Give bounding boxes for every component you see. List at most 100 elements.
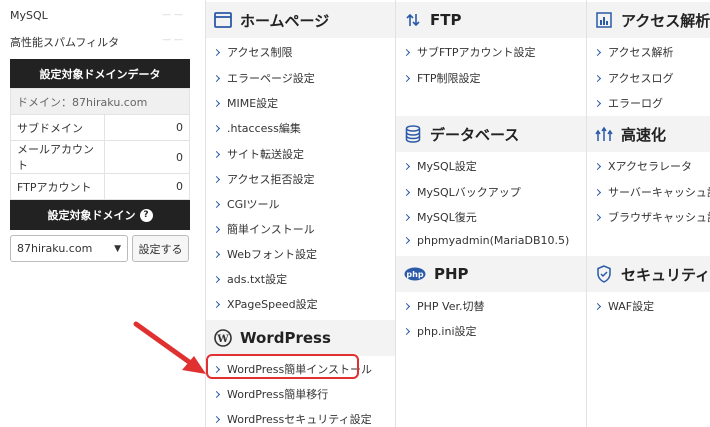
menu-link-label: CGIツール: [227, 198, 280, 211]
menu-link-label: サブFTPアカウント設定: [417, 46, 536, 59]
chevron-right-icon: [593, 302, 602, 310]
section-header-homepage: ホームページ: [206, 2, 395, 38]
chevron-right-icon: [212, 99, 221, 107]
menu-link-label: php.ini設定: [417, 325, 477, 338]
menu-link[interactable]: エラーページ設定: [212, 70, 315, 86]
shield-icon: [595, 265, 613, 283]
menu-link[interactable]: 簡単インストール: [212, 221, 315, 237]
section-header-wordpress: W WordPress: [206, 320, 395, 356]
menu-link[interactable]: php.ini設定: [402, 323, 477, 339]
menu-link[interactable]: .htaccess編集: [212, 120, 301, 136]
menu-link-label: アクセス拒否設定: [227, 173, 315, 186]
menu-link-label: WordPressセキュリティ設定: [227, 413, 372, 426]
section-header-access: アクセス解析: [587, 2, 710, 38]
row-value: 0: [104, 114, 190, 141]
chevron-right-icon: [402, 213, 411, 221]
menu-link[interactable]: MySQL設定: [402, 158, 477, 174]
chevron-right-icon: [212, 200, 221, 208]
menu-link-label: .htaccess編集: [227, 122, 301, 135]
row-value: 0: [104, 140, 190, 174]
chevron-right-icon: [402, 236, 411, 245]
menu-link[interactable]: PHP Ver.切替: [402, 298, 484, 314]
menu-link-label: phpmyadmin(MariaDB10.5): [417, 234, 570, 247]
menu-link[interactable]: アクセス制限: [212, 44, 293, 60]
section-title: PHP: [434, 265, 469, 283]
domain-data-table: ドメイン：87hiraku.com サブドメイン 0 メールアカウント 0 FT…: [10, 88, 190, 200]
section-header-database: データベース: [396, 116, 586, 152]
domain-select-value: 87hiraku.com: [17, 242, 93, 255]
section-title: データベース: [430, 125, 520, 144]
menu-link[interactable]: エラーログ: [593, 95, 663, 111]
menu-link-label: ブラウザキャッシュ設定: [608, 211, 710, 224]
divider: [395, 0, 396, 427]
menu-link[interactable]: ads.txt設定: [212, 271, 288, 287]
section-title: WordPress: [240, 329, 331, 347]
menu-link[interactable]: MySQLバックアップ: [402, 184, 521, 200]
section-title: 高速化: [621, 125, 667, 144]
menu-link[interactable]: アクセスログ: [593, 70, 673, 86]
chevron-right-icon: [402, 302, 411, 310]
help-icon[interactable]: ?: [139, 208, 153, 222]
domain-label: ドメイン：87hiraku.com: [10, 88, 190, 115]
domain-select[interactable]: 87hiraku.com ▼: [10, 235, 128, 262]
section-title: セキュリティ: [621, 265, 710, 284]
menu-link[interactable]: WordPressセキュリティ設定: [212, 411, 372, 427]
menu-link-label: ads.txt設定: [227, 273, 288, 286]
menu-link-label: WAF設定: [608, 300, 655, 313]
svg-text:W: W: [216, 334, 229, 345]
menu-link[interactable]: アクセス拒否設定: [212, 171, 315, 187]
chevron-right-icon: [402, 74, 411, 82]
chevron-right-icon: [212, 225, 221, 233]
menu-link[interactable]: サイト転送設定: [212, 146, 304, 162]
table-row: メールアカウント 0: [10, 140, 190, 174]
domain-data-header: 設定対象ドメインデータ: [10, 59, 190, 89]
speed-arrows-icon: [595, 125, 613, 143]
menu-link[interactable]: CGIツール: [212, 196, 280, 212]
menu-link[interactable]: ブラウザキャッシュ設定: [593, 209, 710, 225]
highlight-box: [206, 354, 359, 379]
chevron-right-icon: [593, 99, 602, 107]
section-title: ホームページ: [240, 11, 330, 30]
sidebar-spam-label[interactable]: 高性能スパムフィルタ: [10, 34, 119, 50]
menu-link[interactable]: Webフォント設定: [212, 246, 317, 262]
red-arrow-icon: [133, 321, 206, 374]
chevron-right-icon: [212, 275, 221, 283]
sidebar-spam-value: — —: [162, 35, 183, 45]
chevron-right-icon: [212, 390, 221, 398]
menu-link[interactable]: サブFTPアカウント設定: [402, 44, 536, 60]
menu-link-label: MIME設定: [227, 97, 279, 110]
chevron-right-icon: [212, 150, 221, 158]
chevron-right-icon: [593, 162, 602, 170]
section-title: アクセス解析: [621, 11, 710, 30]
menu-link-label: 簡単インストール: [227, 223, 315, 236]
menu-link[interactable]: MIME設定: [212, 95, 279, 111]
wordpress-icon: W: [214, 329, 232, 347]
chevron-right-icon: [402, 327, 411, 335]
menu-link[interactable]: XPageSpeed設定: [212, 296, 318, 312]
row-label: サブドメイン: [10, 114, 105, 141]
sidebar-mysql-value: — —: [162, 10, 183, 20]
chevron-right-icon: [402, 162, 411, 170]
chevron-right-icon: [593, 48, 602, 56]
menu-link[interactable]: phpmyadmin(MariaDB10.5): [402, 234, 570, 247]
chevron-right-icon: [402, 48, 411, 56]
set-domain-button[interactable]: 設定する: [132, 235, 189, 262]
sidebar-mysql-label[interactable]: MySQL: [10, 9, 48, 22]
menu-link[interactable]: サーバーキャッシュ設定: [593, 184, 710, 200]
menu-link[interactable]: アクセス解析: [593, 44, 673, 60]
menu-link[interactable]: Xアクセラレータ: [593, 158, 692, 174]
row-value: 0: [104, 173, 190, 200]
chevron-right-icon: [593, 74, 602, 82]
menu-link-label: FTP制限設定: [417, 72, 481, 85]
menu-link[interactable]: MySQL復元: [402, 209, 477, 225]
upload-download-icon: [404, 11, 422, 29]
menu-link-label: Webフォント設定: [227, 248, 317, 261]
chevron-right-icon: [402, 188, 411, 196]
menu-link-label: アクセス制限: [227, 46, 293, 59]
menu-link[interactable]: FTP制限設定: [402, 70, 481, 86]
menu-link[interactable]: WordPress簡単移行: [212, 386, 328, 402]
menu-link[interactable]: WAF設定: [593, 298, 655, 314]
chevron-right-icon: [212, 250, 221, 258]
chevron-right-icon: [212, 415, 221, 423]
menu-link-label: XPageSpeed設定: [227, 298, 318, 311]
